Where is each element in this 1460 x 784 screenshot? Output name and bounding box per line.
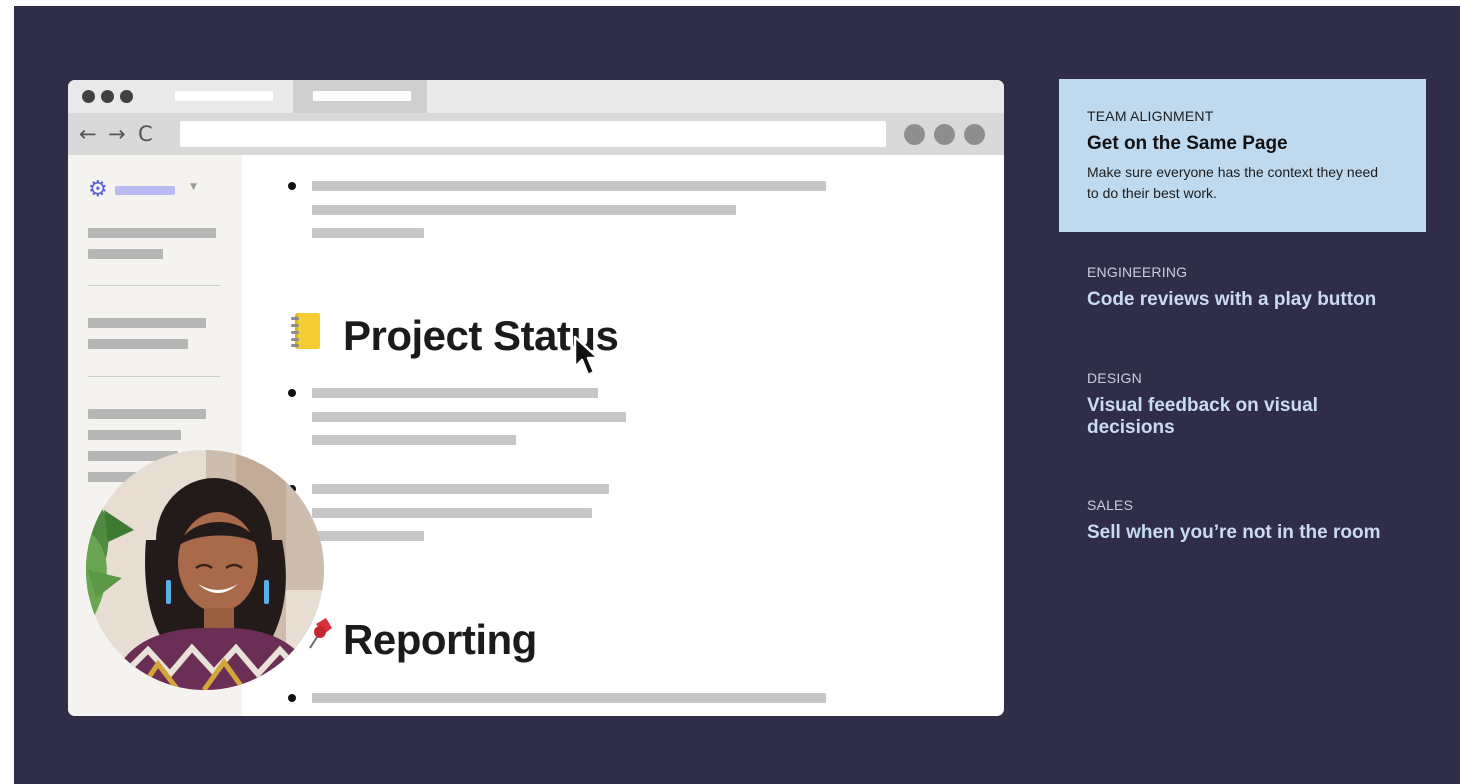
sidebar-item-placeholder[interactable] (88, 249, 163, 259)
sidebar-item-placeholder[interactable] (88, 339, 188, 349)
feature-eyebrow: ENGINEERING (1087, 264, 1188, 280)
feature-item-sales[interactable]: SALES Sell when you’re not in the room (1059, 491, 1426, 551)
text-line-placeholder (312, 412, 626, 422)
text-line-placeholder (312, 508, 592, 518)
feature-item-design[interactable]: DESIGN Visual feedback on visual decisio… (1059, 364, 1426, 446)
feature-eyebrow: TEAM ALIGNMENT (1087, 108, 1214, 124)
feature-eyebrow: SALES (1087, 497, 1134, 513)
feature-item-engineering[interactable]: ENGINEERING Code reviews with a play but… (1059, 258, 1426, 318)
window-maximize-dot[interactable] (120, 90, 133, 103)
gear-icon[interactable]: ⚙ (88, 179, 108, 201)
list-bullet (288, 694, 296, 702)
sidebar-item-placeholder[interactable] (88, 228, 216, 238)
text-line-placeholder (312, 205, 736, 215)
text-line-placeholder (312, 388, 598, 398)
text-line-placeholder (312, 435, 516, 445)
back-arrow-icon[interactable]: ← (79, 120, 97, 148)
window-minimize-dot[interactable] (101, 90, 114, 103)
webcam-video-bubble[interactable] (86, 450, 324, 690)
address-bar[interactable] (180, 121, 886, 147)
extension-dot[interactable] (964, 124, 985, 145)
feature-title: Code reviews with a play button (1087, 289, 1377, 310)
feature-description: Make sure everyone has the context they … (1087, 164, 1379, 201)
sidebar-divider (88, 285, 220, 286)
browser-tab-active[interactable] (293, 80, 427, 113)
browser-toolbar: ← → C (68, 113, 1004, 155)
list-bullet (288, 182, 296, 190)
reload-icon[interactable]: C (138, 120, 153, 148)
sidebar-item-placeholder[interactable] (88, 318, 206, 328)
presenter-video-frame (86, 450, 324, 690)
browser-tab-inactive[interactable] (175, 91, 273, 101)
text-line-placeholder (312, 484, 609, 494)
extension-dot[interactable] (934, 124, 955, 145)
text-line-placeholder (312, 228, 424, 238)
feature-title: Sell when you’re not in the room (1087, 522, 1381, 543)
list-bullet (288, 389, 296, 397)
sidebar-divider (88, 376, 220, 377)
chevron-down-icon[interactable]: ▼ (190, 182, 197, 192)
feature-title: Get on the Same Page (1087, 133, 1288, 154)
notebook-icon (291, 313, 320, 349)
section-heading-reporting[interactable]: Reporting (343, 616, 537, 664)
feature-title: Visual feedback on visual decisions (1087, 395, 1318, 438)
text-line-placeholder (312, 693, 826, 703)
workspace-name-placeholder[interactable] (115, 186, 175, 195)
slide-background: ← → C ⚙ ▼ Project Status Reporting TEAM … (14, 6, 1460, 784)
mouse-cursor-icon (573, 335, 600, 377)
text-line-placeholder (312, 181, 826, 191)
sidebar-item-placeholder[interactable] (88, 409, 206, 419)
browser-window-mockup: ← → C ⚙ ▼ Project Status Reporting (68, 80, 1004, 716)
browser-tab-bar (68, 80, 1004, 113)
forward-arrow-icon[interactable]: → (108, 120, 126, 148)
sidebar-item-placeholder[interactable] (88, 430, 181, 440)
extension-dot[interactable] (904, 124, 925, 145)
window-close-dot[interactable] (82, 90, 95, 103)
feature-card-team-alignment[interactable]: TEAM ALIGNMENT Get on the Same Page Make… (1059, 79, 1426, 232)
text-line-placeholder (312, 531, 424, 541)
feature-eyebrow: DESIGN (1087, 370, 1142, 386)
